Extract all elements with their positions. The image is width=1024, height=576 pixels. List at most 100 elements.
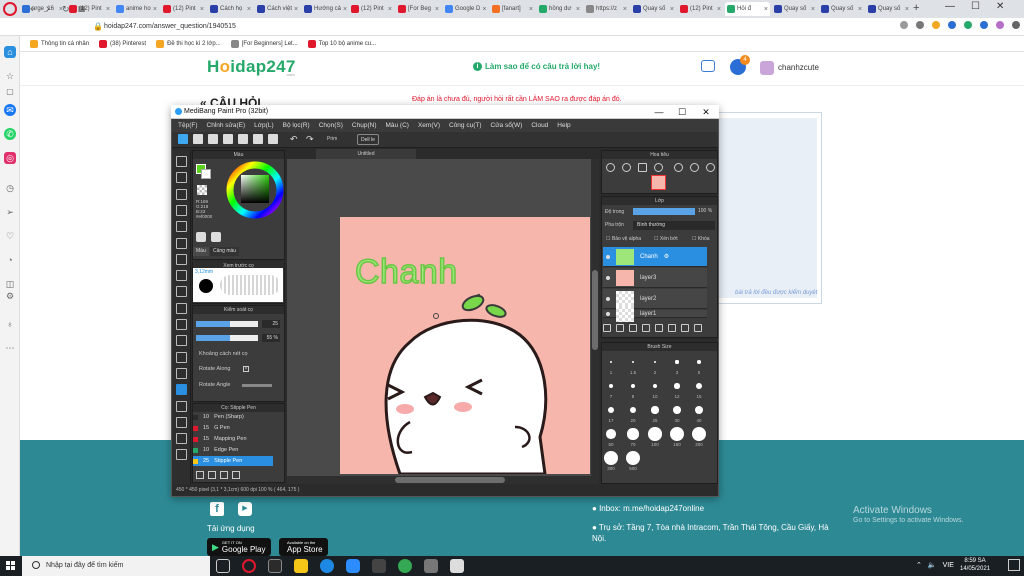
browser-tab[interactable]: (12) Pint × (161, 2, 206, 16)
transparent-swatch[interactable] (197, 185, 207, 195)
zoom-in-icon[interactable] (606, 163, 615, 172)
brush-size-dot[interactable] (675, 360, 679, 364)
delete-layer-icon[interactable] (681, 324, 689, 332)
tab-close-icon[interactable]: × (529, 6, 533, 13)
move-layer-icon[interactable] (668, 324, 676, 332)
brush-size-dot[interactable] (606, 429, 616, 439)
deselect-button[interactable]: Dell le (357, 134, 379, 145)
zoom-icon[interactable] (346, 559, 360, 573)
eyedropper-tool-icon[interactable] (176, 351, 187, 363)
navigator-thumbnail[interactable] (651, 175, 666, 190)
history-icon[interactable]: ▢ (4, 86, 16, 98)
instagram-icon[interactable]: ◎ (4, 152, 16, 164)
layer-row[interactable]: layer1 (603, 305, 707, 322)
layer-opacity-slider[interactable] (633, 208, 695, 215)
cloud-icon[interactable] (178, 134, 188, 144)
medibang-close-icon[interactable]: ✕ (695, 105, 717, 119)
brush-size-dot[interactable] (670, 427, 684, 441)
browser-tab[interactable]: anime ho × (114, 2, 159, 16)
menu-item[interactable]: Chỉnh sửa(E) (207, 119, 246, 132)
rotate-along-checkbox[interactable]: × (243, 366, 249, 372)
new-folder-icon[interactable] (629, 324, 637, 332)
brush-size-dot[interactable] (673, 406, 681, 414)
wallet-icon[interactable] (980, 21, 988, 29)
layer-visibility-icon[interactable] (606, 296, 610, 301)
export-icon[interactable] (253, 134, 263, 144)
menu-item[interactable]: Chụp(N) (352, 119, 377, 132)
restore-icon[interactable]: ☐ (971, 1, 980, 12)
brush-size-dot[interactable] (651, 406, 659, 414)
tray-arrow-icon[interactable]: ⌃ (916, 558, 922, 574)
actual-size-icon[interactable] (654, 163, 663, 172)
magic-wand-icon[interactable] (176, 335, 187, 347)
fill-rect-icon[interactable] (176, 237, 187, 249)
browser-tab[interactable]: Hỏi đ × (725, 2, 770, 16)
palette-icon[interactable] (211, 232, 221, 242)
shield-icon[interactable] (948, 21, 956, 29)
file-explorer-icon[interactable] (294, 559, 308, 573)
messenger-icon[interactable]: ✉ (4, 104, 16, 116)
eraser-tool-icon[interactable] (176, 172, 187, 184)
browser-tab[interactable]: Quay số × (631, 2, 676, 16)
brush-size-dot[interactable] (674, 383, 680, 389)
clipping-checkbox[interactable]: ☐ Xén bớt (654, 236, 678, 242)
medibang-minimize-icon[interactable]: — (648, 105, 670, 119)
notification-center-icon[interactable] (1008, 559, 1020, 571)
settings-gear-icon[interactable]: ⚙ (4, 290, 16, 302)
tab-close-icon[interactable]: × (388, 6, 392, 13)
opera-logo-icon[interactable] (3, 2, 17, 16)
task-view-icon[interactable] (216, 559, 230, 573)
save-icon[interactable] (238, 134, 248, 144)
tab-close-icon[interactable]: × (247, 6, 251, 13)
tab-close-icon[interactable]: × (905, 6, 909, 13)
history-clock-icon[interactable]: ◔ (4, 254, 16, 266)
tab-close-icon[interactable]: × (717, 6, 721, 13)
browser-tab[interactable]: Cách việt × (255, 2, 300, 16)
bookmark-item[interactable]: Thông tin cá nhân (30, 39, 89, 48)
tab-close-icon[interactable]: × (200, 6, 204, 13)
flip-icon[interactable] (706, 163, 715, 172)
facebook-icon[interactable]: f (210, 502, 224, 516)
brush-item[interactable]: 15 G Pen (193, 423, 273, 433)
app-store-button[interactable]: Available on the App Store (279, 538, 328, 556)
tab-close-icon[interactable]: × (343, 6, 347, 13)
brush-size-dot[interactable] (626, 451, 640, 465)
vpn-icon[interactable] (916, 21, 924, 29)
menu-item[interactable]: Cửa sổ(W) (491, 119, 523, 132)
url-input[interactable]: hoidap247.com/answer_question/1940515 (104, 20, 364, 34)
brush-size-dot[interactable] (697, 360, 701, 364)
brush-size-dot[interactable] (696, 383, 702, 389)
duplicate-layer-icon[interactable] (642, 324, 650, 332)
forward-icon[interactable]: › (46, 2, 50, 16)
brush-size-dot[interactable] (604, 451, 618, 465)
rotate-right-icon[interactable] (690, 163, 699, 172)
layer-row[interactable]: Chanh ⚙ (603, 247, 707, 267)
layer-menu-icon[interactable] (694, 324, 702, 332)
bookmark-item[interactable]: (38) Pinterest (99, 39, 146, 48)
star-icon[interactable] (932, 21, 940, 29)
brush-tool-icon[interactable] (176, 156, 187, 167)
spacing-option[interactable]: Khoảng cách nét cọ (199, 351, 248, 357)
browser-tab[interactable]: hồng dư × (537, 2, 582, 16)
tab-close-icon[interactable]: × (576, 6, 580, 13)
answer-hint-link[interactable]: i Làm sao để có câu trả lời hay! (473, 62, 600, 71)
rotate-angle-slider[interactable] (242, 384, 272, 387)
layer-visibility-icon[interactable] (606, 311, 610, 316)
chrome-icon[interactable] (398, 559, 412, 573)
merge-down-icon[interactable] (655, 324, 663, 332)
lasso-icon[interactable] (176, 204, 187, 216)
more-icon[interactable]: ⋯ (4, 342, 16, 354)
menu-item[interactable]: Chọn(S) (319, 119, 343, 132)
browser-tab[interactable]: Cách họ × (208, 2, 253, 16)
rotate-along-option[interactable]: Rotate Along (199, 366, 231, 372)
download-icon[interactable] (1012, 21, 1020, 29)
chat-bubble-icon[interactable] (208, 134, 218, 144)
tab-close-icon[interactable]: × (670, 6, 674, 13)
site-logo[interactable]: Hoidap247 (207, 57, 296, 77)
tab-color[interactable]: Màu (193, 247, 209, 256)
brush-item[interactable]: 10 Edge Pen (193, 445, 273, 455)
tab-close-icon[interactable]: × (482, 6, 486, 13)
select-pen-icon[interactable] (176, 302, 187, 314)
rotate-angle-option[interactable]: Rotate Angle (199, 382, 231, 388)
taskbar-clock[interactable]: 8:59 SA 14/05/2021 (960, 557, 990, 573)
